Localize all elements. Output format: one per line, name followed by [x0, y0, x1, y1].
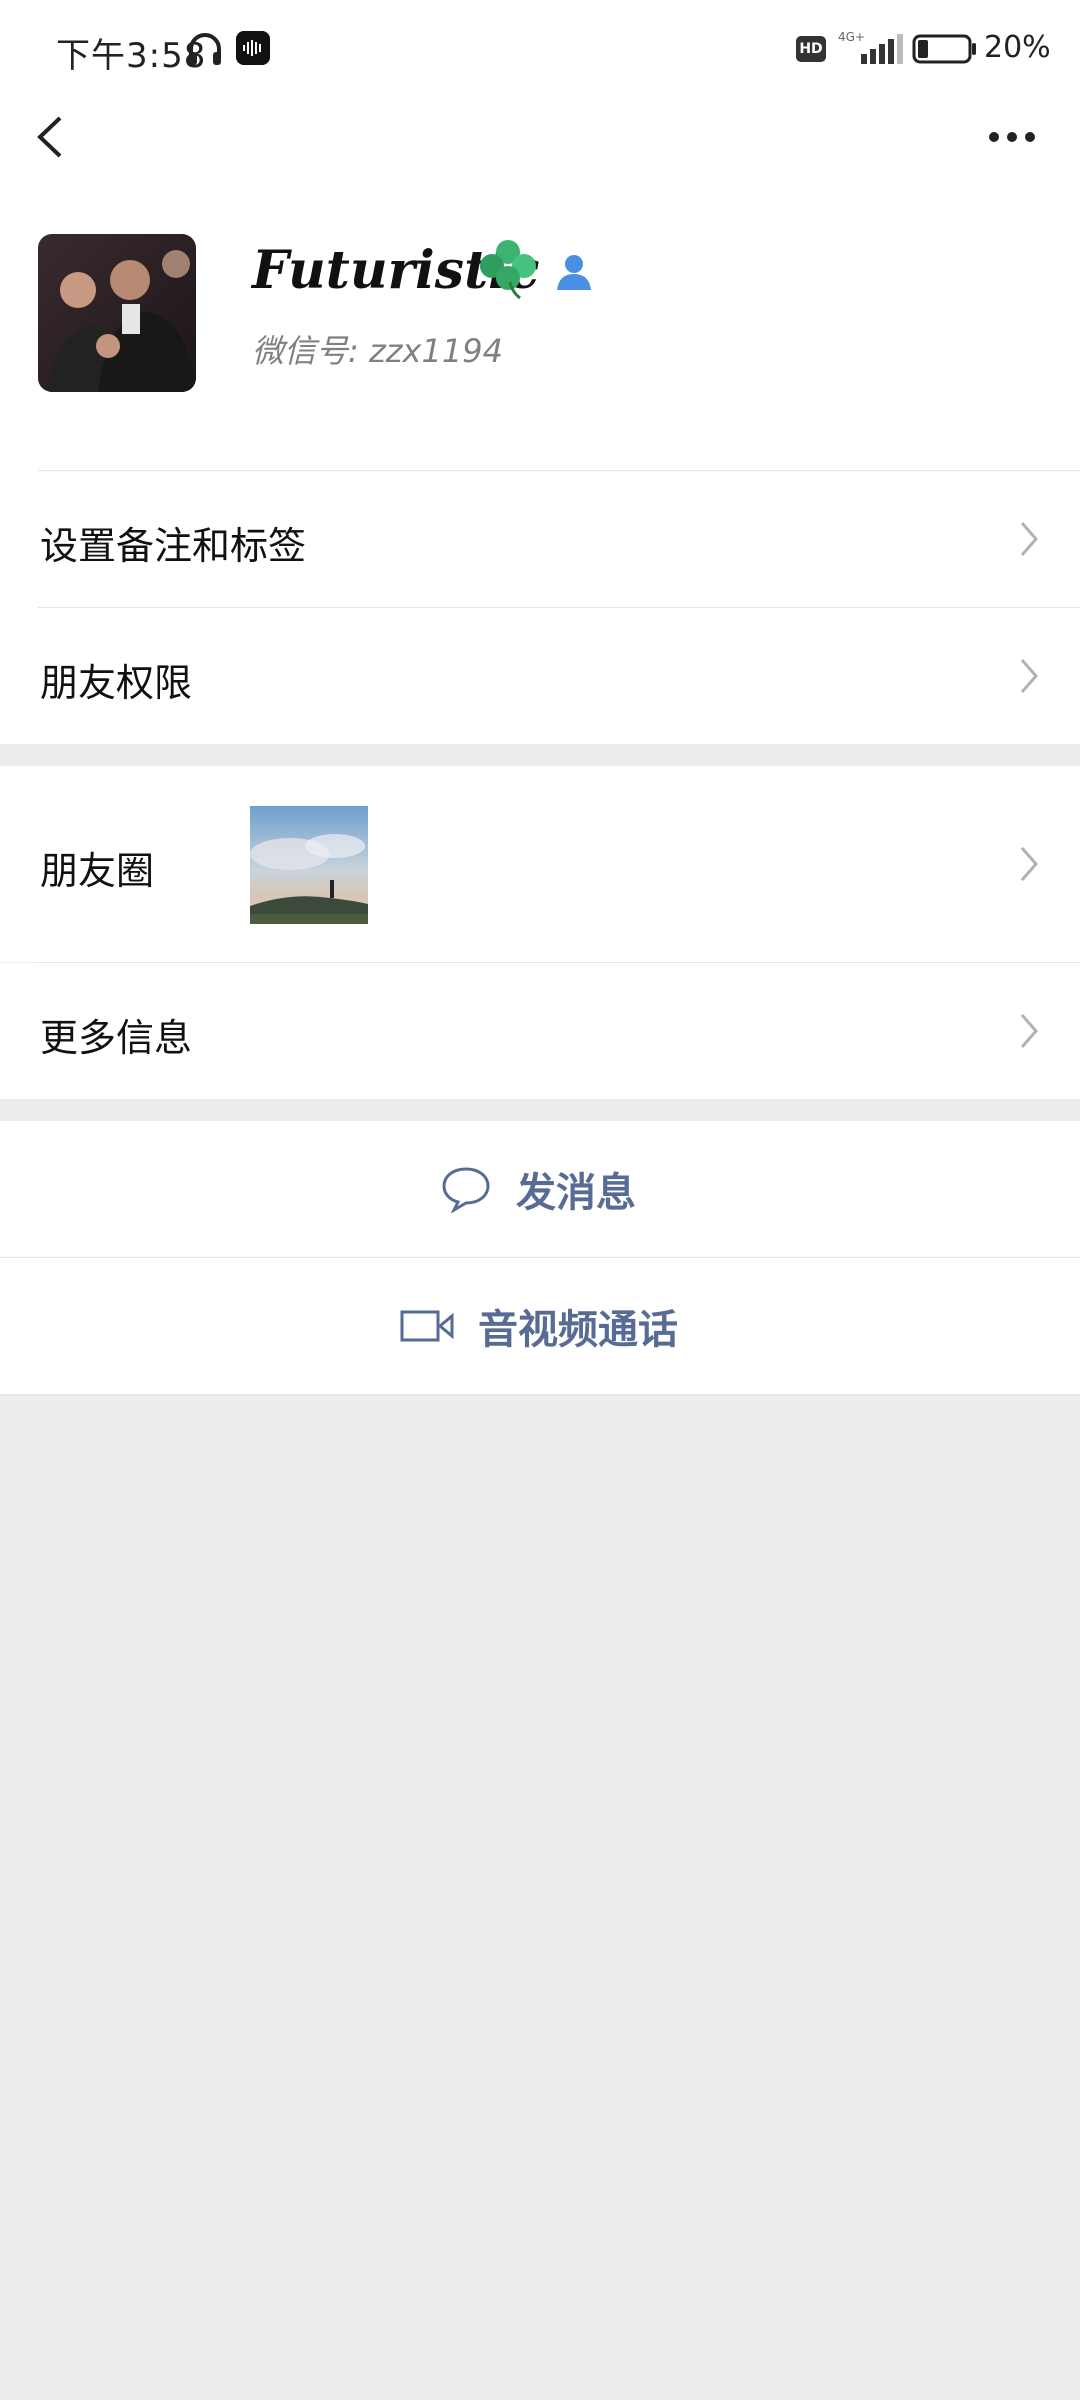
battery-percent: 20% [984, 30, 1051, 65]
hd-badge: HD [796, 36, 826, 62]
signal-icon [861, 34, 903, 64]
divider [0, 1394, 1080, 1395]
friend-permissions-row[interactable]: 朋友权限 [0, 608, 1080, 744]
video-call-label: 音视频通话 [478, 1307, 678, 1353]
send-message-label: 发消息 [516, 1170, 636, 1216]
video-call-button[interactable]: 音视频通话 [0, 1258, 1080, 1394]
person-icon [557, 255, 591, 290]
battery-fill [918, 40, 928, 58]
contact-profile-screen: 下午3:58 HD 4G+ 20% Futuristic 微信号: zzx119… [0, 0, 1080, 2400]
voice-app-icon [236, 31, 270, 65]
status-time: 下午3:58 [56, 36, 207, 76]
back-button[interactable] [28, 110, 74, 164]
status-bar: 下午3:58 HD 4G+ 20% [0, 0, 1080, 100]
chat-bubble-icon [442, 1167, 490, 1213]
moments-thumbnail[interactable] [250, 806, 368, 924]
chevron-right-icon [1020, 522, 1038, 556]
clover-icon [480, 240, 536, 300]
more-info-row[interactable]: 更多信息 [0, 963, 1080, 1099]
chevron-right-icon [1020, 1014, 1038, 1048]
battery-icon [912, 34, 976, 64]
remark-tags-label: 设置备注和标签 [40, 524, 307, 568]
moments-row[interactable]: 朋友圈 [0, 766, 1080, 962]
friend-permissions-label: 朋友权限 [40, 661, 193, 705]
video-camera-icon [400, 1310, 454, 1342]
chevron-right-icon [1020, 847, 1038, 881]
headphones-icon [189, 33, 221, 65]
more-options-button[interactable] [980, 112, 1044, 162]
more-info-label: 更多信息 [40, 1016, 193, 1060]
wechat-id: 微信号: zzx1194 [252, 332, 503, 370]
chevron-right-icon [1020, 659, 1038, 693]
section-gap [0, 744, 1080, 766]
moments-label: 朋友圈 [40, 849, 155, 893]
send-message-button[interactable]: 发消息 [0, 1121, 1080, 1257]
remark-tags-row[interactable]: 设置备注和标签 [0, 471, 1080, 607]
section-gap [0, 1099, 1080, 1121]
avatar[interactable] [38, 234, 196, 392]
